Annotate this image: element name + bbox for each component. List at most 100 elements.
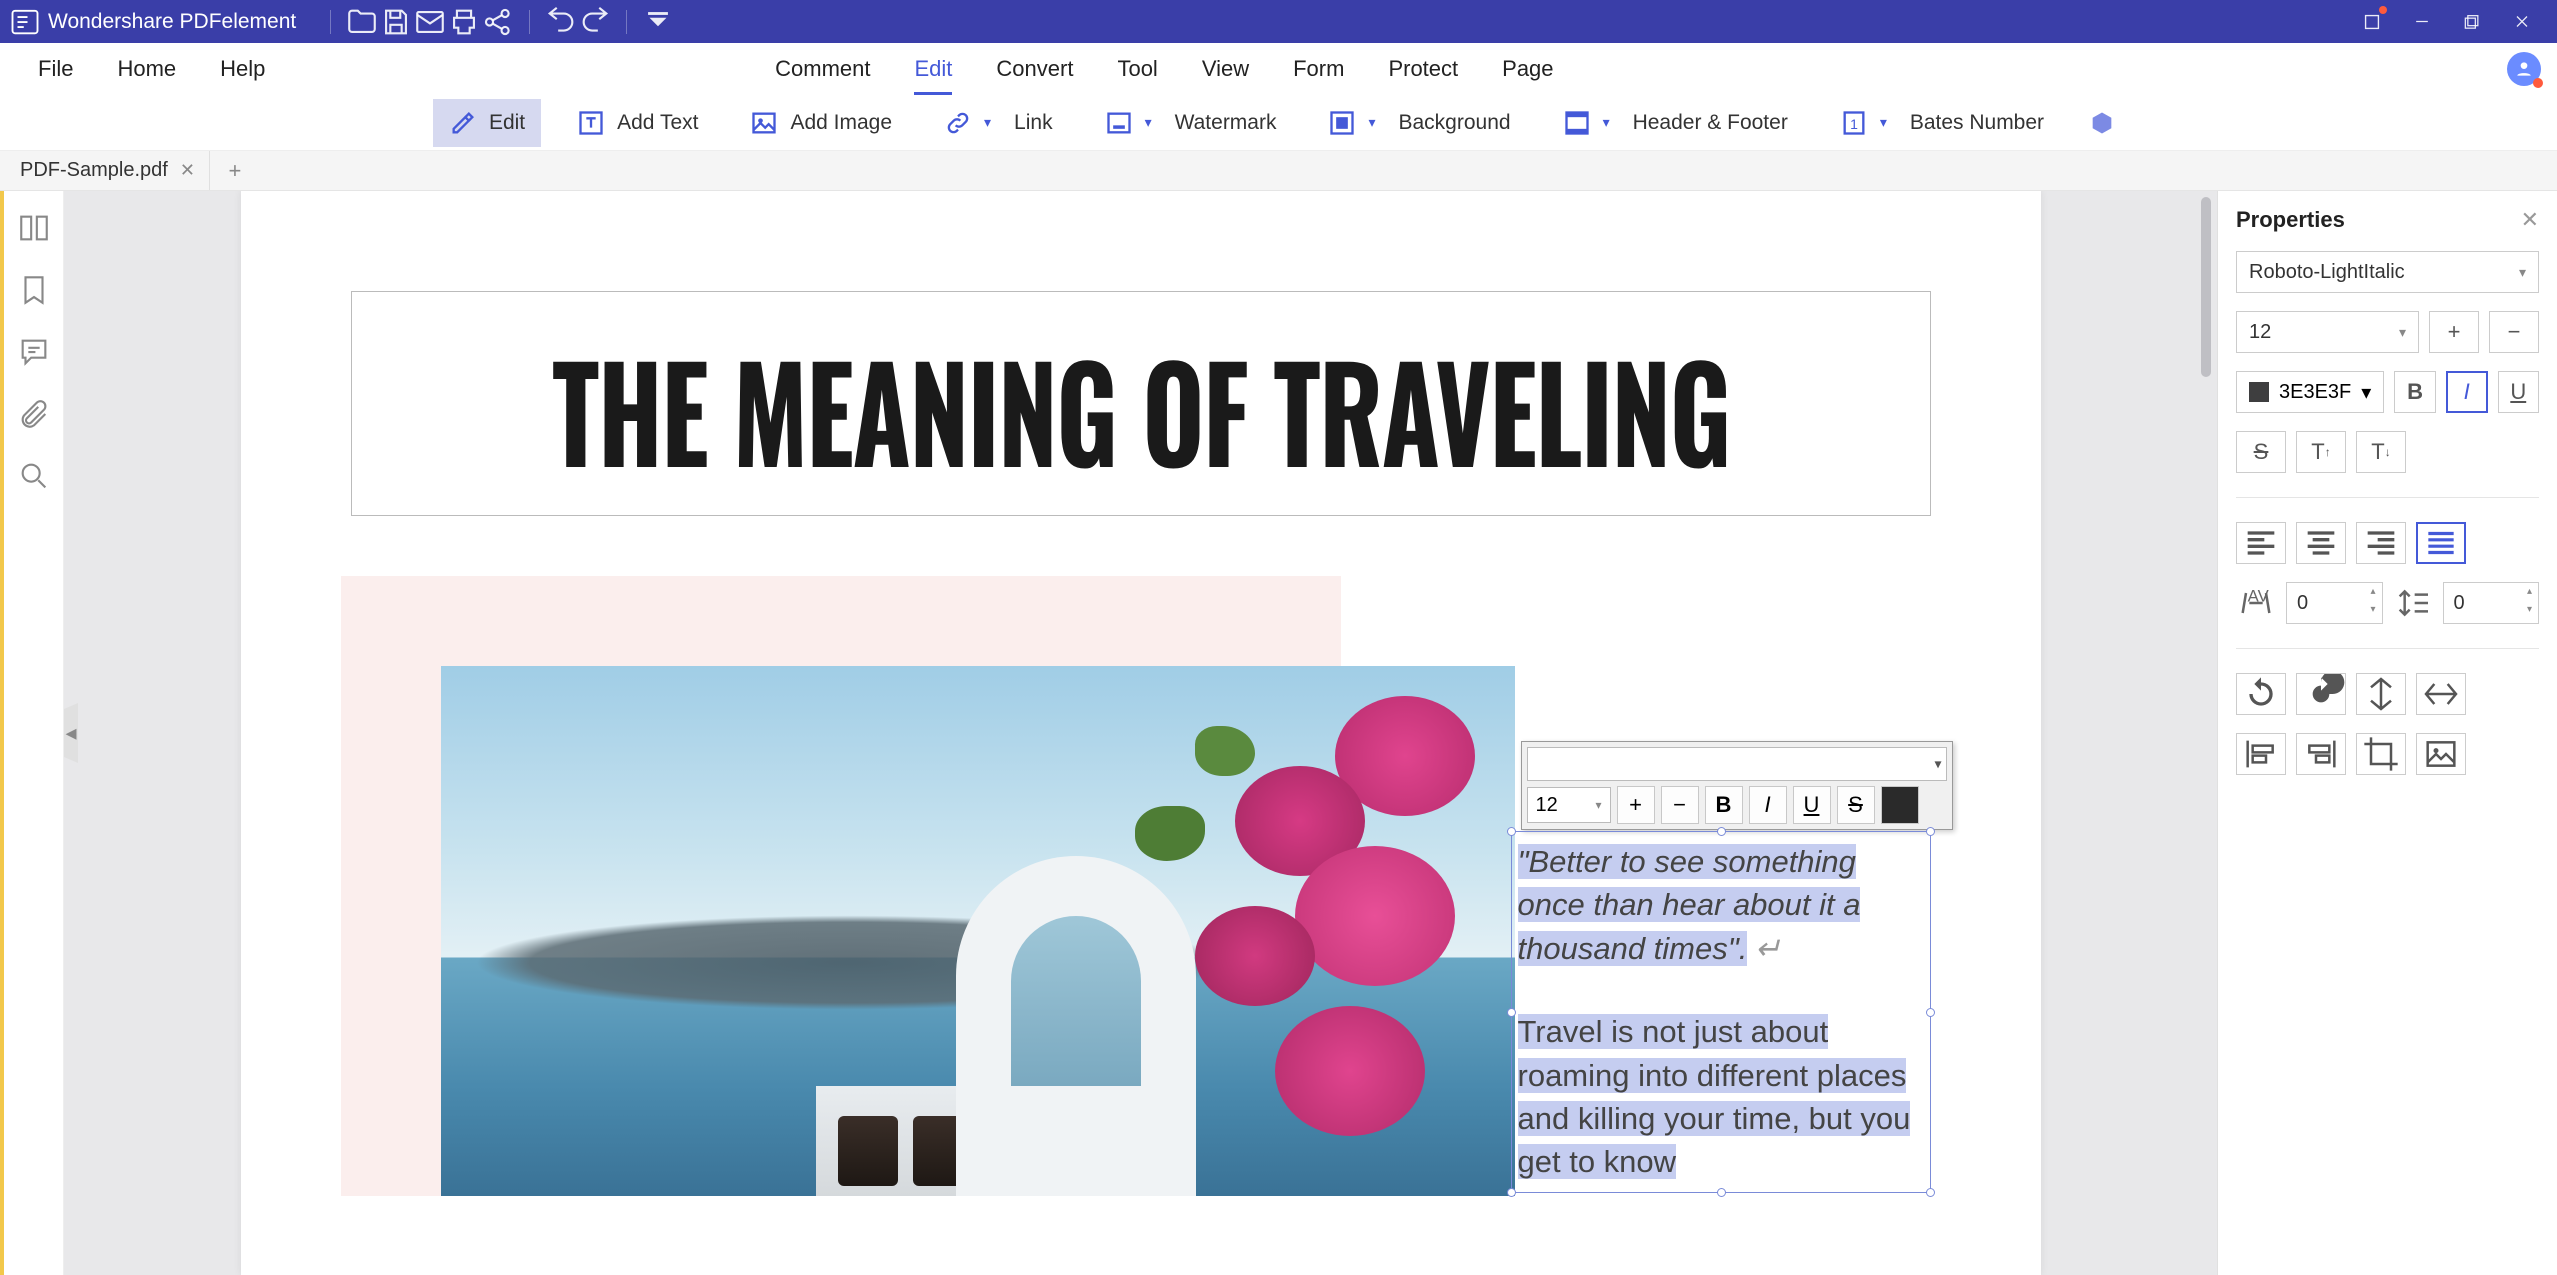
menu-bar: File Home Help Comment Edit Convert Tool… bbox=[0, 43, 2557, 95]
superscript-button[interactable]: T↑ bbox=[2296, 431, 2346, 473]
crop-button[interactable] bbox=[2356, 733, 2406, 775]
align-justify-button[interactable] bbox=[2416, 522, 2466, 564]
add-text-button[interactable]: Add Text bbox=[561, 99, 714, 147]
replace-image-button[interactable] bbox=[2416, 733, 2466, 775]
menu-tool[interactable]: Tool bbox=[1095, 43, 1179, 95]
resize-handle[interactable] bbox=[1507, 1188, 1516, 1197]
float-increase-size[interactable]: + bbox=[1617, 786, 1655, 824]
resize-handle[interactable] bbox=[1926, 827, 1935, 836]
resize-handle[interactable] bbox=[1717, 827, 1726, 836]
link-dropdown-icon[interactable]: ▾ bbox=[984, 114, 1002, 131]
rotate-cw-button[interactable] bbox=[2296, 673, 2346, 715]
bates-icon: 1 bbox=[1840, 109, 1868, 137]
selected-text-block[interactable]: "Better to see something once than hear … bbox=[1511, 831, 1931, 1193]
search-icon[interactable] bbox=[17, 459, 51, 493]
flip-vertical-button[interactable] bbox=[2356, 673, 2406, 715]
rotate-ccw-button[interactable] bbox=[2236, 673, 2286, 715]
dropdown-icon[interactable] bbox=[641, 5, 675, 39]
vertical-scrollbar[interactable] bbox=[2201, 197, 2211, 377]
float-font-select[interactable]: ▾ bbox=[1527, 747, 1947, 781]
italic-button[interactable]: I bbox=[2446, 371, 2488, 413]
decrease-font-button[interactable]: − bbox=[2489, 311, 2539, 353]
align-right-button[interactable] bbox=[2356, 522, 2406, 564]
print-icon[interactable] bbox=[447, 5, 481, 39]
body-paragraph[interactable]: Travel is not just about roaming into di… bbox=[1518, 1010, 1924, 1184]
quote-paragraph[interactable]: "Better to see something once than hear … bbox=[1518, 840, 1924, 970]
close-button[interactable] bbox=[2497, 0, 2547, 43]
bates-number-button[interactable]: 1 ▾ Bates Number bbox=[1824, 99, 2060, 147]
resize-handle[interactable] bbox=[1717, 1188, 1726, 1197]
resize-handle[interactable] bbox=[1507, 827, 1516, 836]
menu-form[interactable]: Form bbox=[1271, 43, 1366, 95]
menu-convert[interactable]: Convert bbox=[974, 43, 1095, 95]
float-font-size[interactable]: 12▾ bbox=[1527, 787, 1611, 823]
watermark-button[interactable]: ▾ Watermark bbox=[1089, 99, 1293, 147]
bold-button[interactable]: B bbox=[2394, 371, 2435, 413]
link-button[interactable]: ▾ Link bbox=[928, 99, 1069, 147]
floating-format-toolbar[interactable]: ▾ 12▾ + − B I U S bbox=[1521, 741, 1953, 830]
attachments-icon[interactable] bbox=[17, 397, 51, 431]
font-color-select[interactable]: 3E3E3F▾ bbox=[2236, 371, 2384, 413]
background-button[interactable]: ▾ Background bbox=[1312, 99, 1526, 147]
maximize-button[interactable] bbox=[2447, 0, 2497, 43]
comments-icon[interactable] bbox=[17, 335, 51, 369]
watermark-label: Watermark bbox=[1175, 111, 1277, 135]
font-size-select[interactable]: 12▾ bbox=[2236, 311, 2419, 353]
header-footer-dropdown-icon[interactable]: ▾ bbox=[1603, 114, 1621, 131]
menu-comment[interactable]: Comment bbox=[753, 43, 892, 95]
add-image-button[interactable]: Add Image bbox=[734, 99, 908, 147]
more-button[interactable] bbox=[2080, 99, 2124, 147]
mail-icon[interactable] bbox=[413, 5, 447, 39]
resize-handle[interactable] bbox=[1926, 1008, 1935, 1017]
watermark-dropdown-icon[interactable]: ▾ bbox=[1145, 114, 1163, 131]
resize-handle[interactable] bbox=[1507, 1008, 1516, 1017]
document-tab[interactable]: PDF-Sample.pdf ✕ bbox=[6, 151, 210, 190]
menu-help[interactable]: Help bbox=[198, 43, 287, 95]
float-strike-button[interactable]: S bbox=[1837, 786, 1875, 824]
menu-edit[interactable]: Edit bbox=[892, 43, 974, 95]
undo-icon[interactable] bbox=[544, 5, 578, 39]
edit-mode-button[interactable]: Edit bbox=[433, 99, 541, 147]
line-spacing-input[interactable]: 0▴▾ bbox=[2443, 582, 2540, 624]
strikethrough-button[interactable]: S bbox=[2236, 431, 2286, 473]
notifications-button[interactable] bbox=[2347, 0, 2397, 43]
thumbnails-icon[interactable] bbox=[17, 211, 51, 245]
header-footer-button[interactable]: ▾ Header & Footer bbox=[1547, 99, 1804, 147]
underline-button[interactable]: U bbox=[2498, 371, 2539, 413]
menu-home[interactable]: Home bbox=[95, 43, 198, 95]
float-decrease-size[interactable]: − bbox=[1661, 786, 1699, 824]
background-dropdown-icon[interactable]: ▾ bbox=[1368, 114, 1386, 131]
float-underline-button[interactable]: U bbox=[1793, 786, 1831, 824]
menu-protect[interactable]: Protect bbox=[1366, 43, 1480, 95]
properties-close-icon[interactable]: ✕ bbox=[2521, 207, 2539, 233]
resize-handle[interactable] bbox=[1926, 1188, 1935, 1197]
align-objects-right-button[interactable] bbox=[2296, 733, 2346, 775]
align-center-button[interactable] bbox=[2296, 522, 2346, 564]
increase-font-button[interactable]: + bbox=[2429, 311, 2479, 353]
bates-dropdown-icon[interactable]: ▾ bbox=[1880, 114, 1898, 131]
bookmarks-icon[interactable] bbox=[17, 273, 51, 307]
redo-icon[interactable] bbox=[578, 5, 612, 39]
align-objects-left-button[interactable] bbox=[2236, 733, 2286, 775]
minimize-button[interactable] bbox=[2397, 0, 2447, 43]
open-folder-icon[interactable] bbox=[345, 5, 379, 39]
share-icon[interactable] bbox=[481, 5, 515, 39]
collapse-sidebar-icon[interactable]: ◂ bbox=[64, 703, 78, 763]
float-bold-button[interactable]: B bbox=[1705, 786, 1743, 824]
menu-file[interactable]: File bbox=[16, 43, 95, 95]
save-icon[interactable] bbox=[379, 5, 413, 39]
title-textbox[interactable]: THE MEANING OF TRAVELING bbox=[351, 291, 1931, 516]
flip-horizontal-button[interactable] bbox=[2416, 673, 2466, 715]
char-spacing-input[interactable]: 0▴▾ bbox=[2286, 582, 2383, 624]
font-family-select[interactable]: Roboto-LightItalic▾ bbox=[2236, 251, 2539, 293]
add-tab-button[interactable]: + bbox=[220, 156, 250, 186]
menu-page[interactable]: Page bbox=[1480, 43, 1575, 95]
float-italic-button[interactable]: I bbox=[1749, 786, 1787, 824]
user-avatar[interactable] bbox=[2507, 52, 2541, 86]
subscript-button[interactable]: T↓ bbox=[2356, 431, 2406, 473]
document-canvas[interactable]: ◂ THE MEANING OF TRAVELING bbox=[64, 191, 2217, 1275]
tab-close-icon[interactable]: ✕ bbox=[180, 160, 195, 181]
menu-view[interactable]: View bbox=[1180, 43, 1271, 95]
align-left-button[interactable] bbox=[2236, 522, 2286, 564]
float-color-button[interactable] bbox=[1881, 786, 1919, 824]
